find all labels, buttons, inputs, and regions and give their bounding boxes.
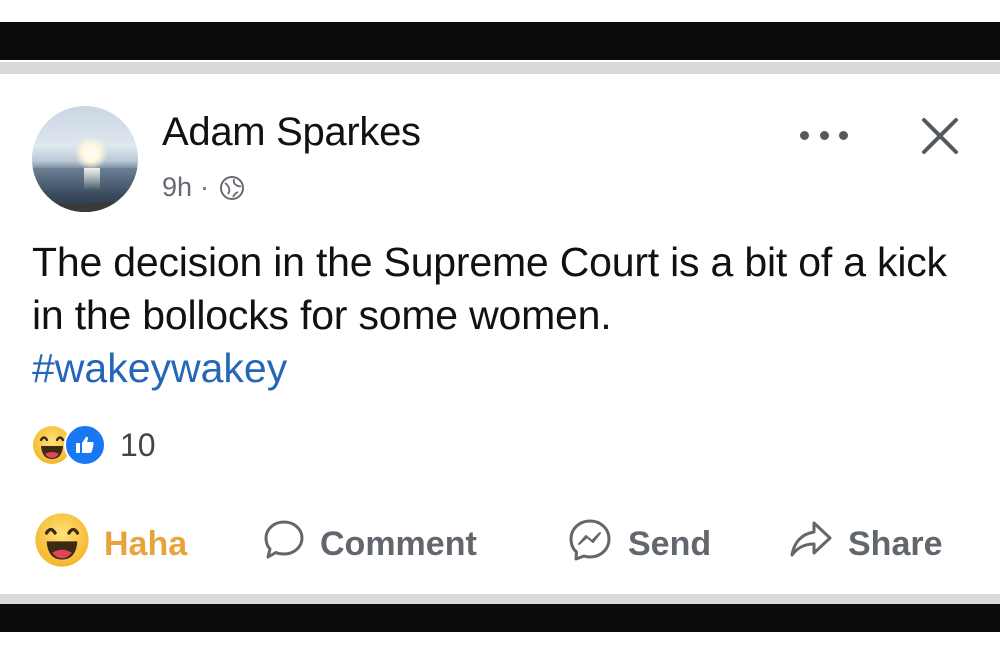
close-icon[interactable] — [916, 112, 964, 160]
messenger-icon — [566, 516, 614, 573]
bottom-divider — [0, 594, 1000, 604]
comment-bubble-icon — [262, 518, 306, 571]
comment-button[interactable]: Comment — [262, 512, 477, 576]
avatar[interactable] — [32, 106, 138, 212]
haha-emoji-icon — [34, 512, 90, 577]
top-divider — [0, 62, 1000, 74]
meta-separator: · — [200, 172, 210, 202]
action-bar: Haha Comment Send Share — [0, 512, 1000, 576]
post-text: The decision in the Supreme Court is a b… — [32, 239, 947, 338]
globe-icon — [219, 175, 245, 201]
like-thumb-icon — [64, 424, 106, 466]
comment-label: Comment — [320, 524, 477, 563]
top-black-bar — [0, 22, 1000, 60]
haha-label: Haha — [104, 524, 188, 563]
hashtag-link[interactable]: #wakeywakey — [32, 342, 287, 395]
bottom-black-bar — [0, 604, 1000, 632]
post-time[interactable]: 9h — [162, 172, 192, 203]
reaction-count: 10 — [120, 426, 156, 463]
share-button[interactable]: Share — [788, 512, 943, 576]
reactions-summary[interactable]: 10 — [32, 424, 156, 466]
send-button[interactable]: Send — [566, 512, 711, 576]
send-label: Send — [628, 524, 712, 563]
share-label: Share — [848, 524, 943, 563]
more-options-icon[interactable] — [800, 126, 848, 144]
share-arrow-icon — [788, 517, 834, 572]
author-name[interactable]: Adam Sparkes — [162, 110, 421, 155]
post-meta: 9h · — [162, 172, 245, 203]
haha-button[interactable]: Haha — [34, 512, 187, 576]
